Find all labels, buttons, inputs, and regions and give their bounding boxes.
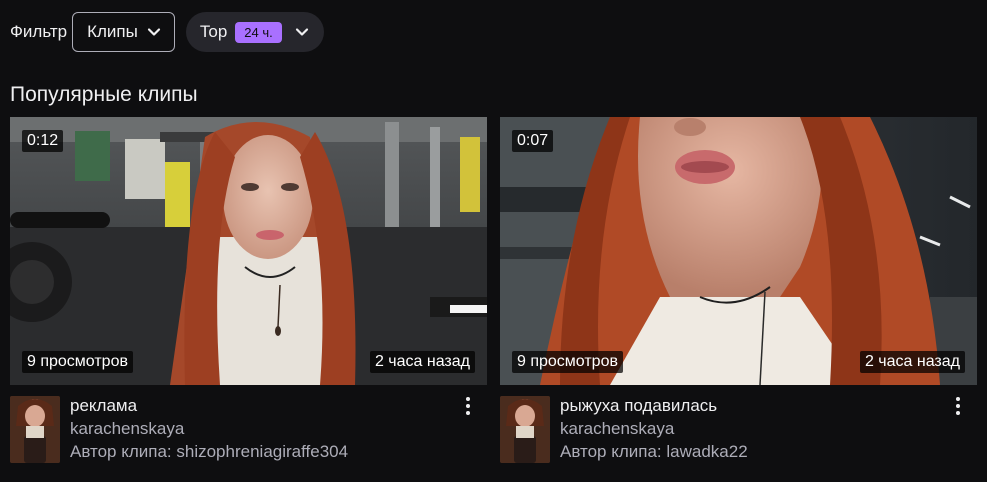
clip-title[interactable]: реклама (70, 396, 348, 416)
more-dot (466, 411, 470, 415)
clip-author: Автор клипа: shizophreniagiraffe304 (70, 442, 349, 461)
chevron-down-icon (295, 28, 308, 36)
game-cover-image (500, 396, 550, 463)
more-dot (956, 411, 960, 415)
clip-meta: рыжуха подавилась karachenskaya Автор кл… (500, 396, 977, 476)
clip-views: 9 просмотров (512, 351, 623, 373)
clip-views: 9 просмотров (22, 351, 133, 373)
game-cover-image (10, 396, 60, 463)
more-dot (466, 404, 470, 408)
clip-info: рыжуха подавилась karachenskaya Автор кл… (560, 396, 748, 463)
clip-age: 2 часа назад (859, 351, 965, 373)
chevron-down-icon (147, 28, 160, 36)
more-options-button[interactable] (461, 395, 475, 417)
clip-thumbnail[interactable]: 0:12 9 просмотров 2 часа назад (10, 117, 487, 385)
clip-author: Автор клипа: lawadka22 (560, 442, 748, 461)
clip-card: 0:12 9 просмотров 2 часа назад реклама k… (10, 117, 487, 476)
clip-type-dropdown[interactable]: Клипы (72, 12, 175, 52)
time-range-value: Top (199, 22, 228, 41)
filter-label: Фильтр (10, 22, 68, 41)
clip-duration: 0:12 (22, 130, 64, 152)
filter-bar: Фильтр Клипы Top 24 ч. (10, 12, 324, 52)
clip-duration: 0:07 (512, 130, 554, 152)
game-cover[interactable] (500, 396, 550, 463)
clip-title[interactable]: рыжуха подавилась (560, 396, 748, 416)
time-range-tag: 24 ч. (235, 21, 282, 43)
clip-meta: реклама karachenskaya Автор клипа: shizo… (10, 396, 487, 476)
clip-type-value: Клипы (87, 22, 138, 41)
clip-thumbnail-image (500, 117, 977, 385)
more-dot (466, 397, 470, 401)
clip-channel[interactable]: karachenskaya (70, 417, 348, 440)
more-options-button[interactable] (951, 395, 965, 417)
section-title: Популярные клипы (10, 83, 198, 106)
clip-channel[interactable]: karachenskaya (560, 417, 748, 440)
clip-card: 0:07 9 просмотров 2 часа назад рыжуха по… (500, 117, 977, 476)
clip-info: реклама karachenskaya Автор клипа: shizo… (70, 396, 348, 463)
clip-age: 2 часа назад (369, 351, 475, 373)
clip-thumbnail[interactable]: 0:07 9 просмотров 2 часа назад (500, 117, 977, 385)
game-cover[interactable] (10, 396, 60, 463)
more-dot (956, 397, 960, 401)
clip-thumbnail-image (10, 117, 487, 385)
time-range-dropdown[interactable]: Top 24 ч. (185, 12, 324, 52)
more-dot (956, 404, 960, 408)
